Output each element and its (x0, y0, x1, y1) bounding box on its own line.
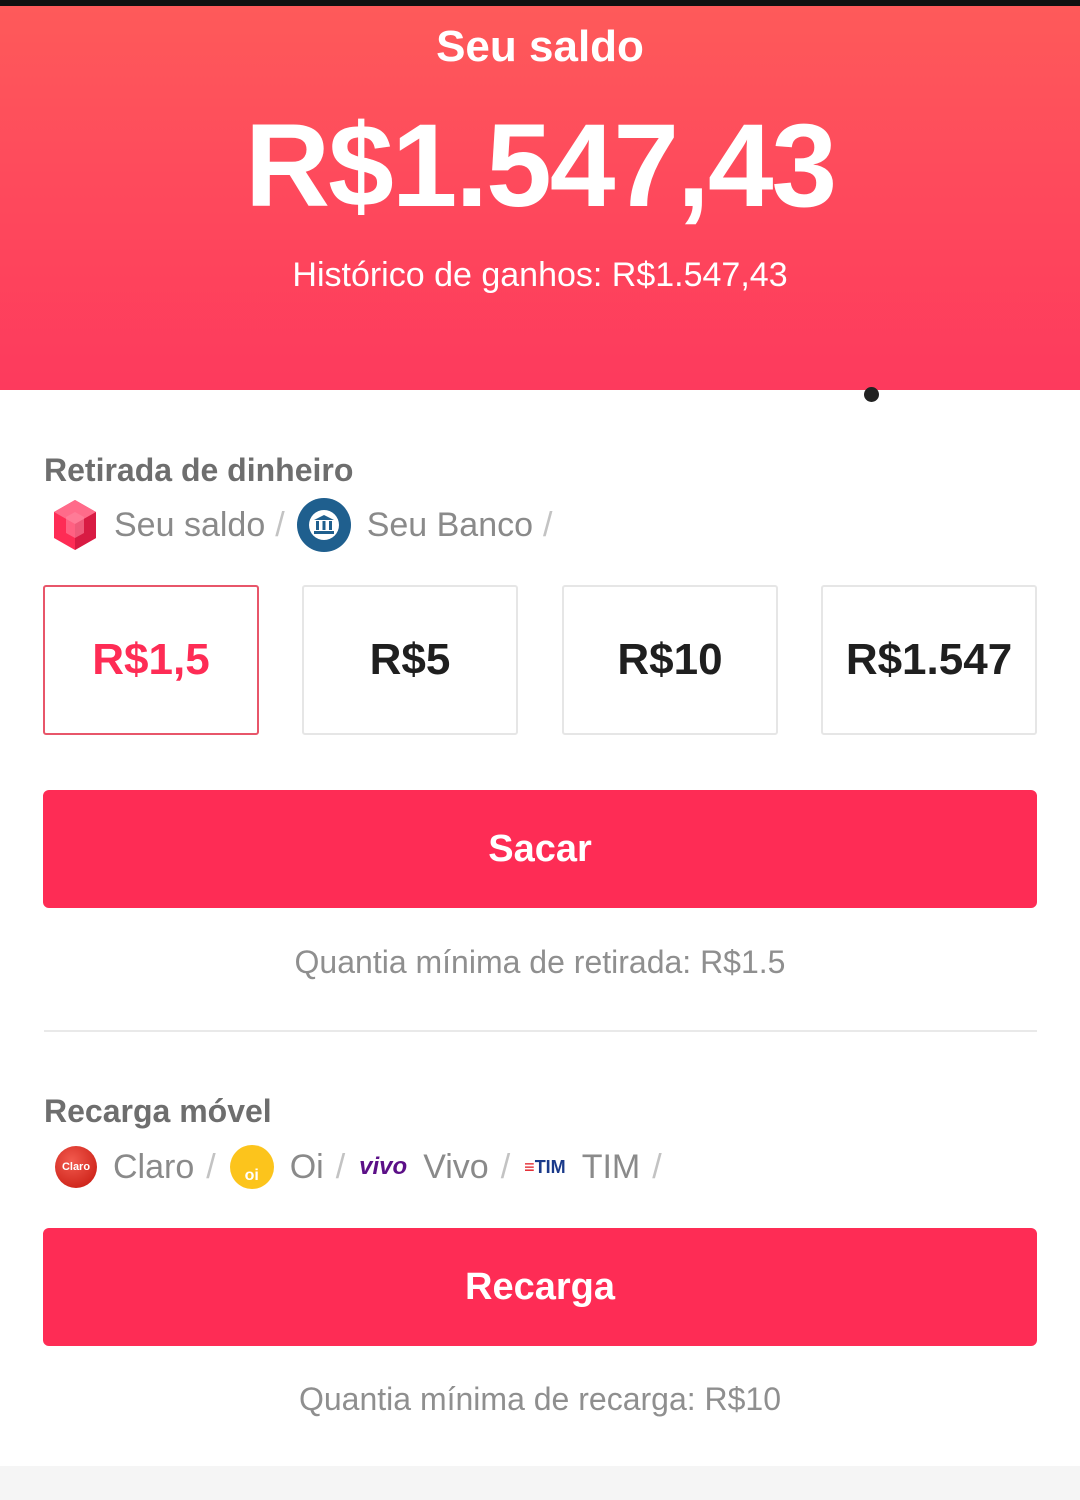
separator: / (335, 1147, 346, 1186)
amount-option[interactable]: R$5 (302, 585, 518, 735)
oi-logo: oi (229, 1145, 274, 1189)
bank-icon (296, 498, 351, 552)
method-label-balance: Seu saldo (114, 505, 266, 544)
separator: / (275, 505, 285, 544)
carrier-label-claro: Claro (113, 1147, 195, 1186)
withdraw-methods: Seu saldo / Seu Banco / (52, 497, 565, 553)
earnings-history-link[interactable]: Histórico de ganhos: R$1.547,43 (0, 256, 1080, 295)
section-divider (44, 1030, 1037, 1032)
carrier-label-vivo: Vivo (423, 1147, 489, 1186)
carrier-list: Claro Claro / oi Oi / vivo Vivo / ≡TIM T… (55, 1140, 676, 1194)
tim-logo: ≡TIM (524, 1157, 566, 1178)
balance-header: Seu saldo R$1.547,43 Histórico de ganhos… (0, 6, 1080, 390)
withdraw-button[interactable]: Sacar (43, 790, 1037, 908)
tim-logo-text: TIM (534, 1156, 566, 1177)
header-title: Seu saldo (436, 22, 644, 71)
tim-logo-mark: ≡ (524, 1156, 535, 1177)
recharge-section-title: Recarga móvel (44, 1093, 272, 1129)
withdraw-minimum-hint: Quantia mínima de retirada: R$1.5 (294, 944, 786, 980)
withdraw-section-title: Retirada de dinheiro (44, 452, 354, 488)
bottom-bar (0, 1466, 1080, 1500)
claro-logo: Claro (55, 1146, 97, 1188)
method-label-bank: Seu Banco (366, 505, 534, 544)
recharge-minimum-hint: Quantia mínima de recarga: R$10 (298, 1381, 782, 1417)
balance-amount: R$1.547,43 (244, 100, 837, 232)
separator: / (652, 1147, 662, 1186)
amount-options: R$1,5 R$5 R$10 R$1.547 (43, 585, 1037, 735)
carrier-label-oi: Oi (289, 1147, 324, 1186)
carrier-label-tim: TIM (581, 1147, 641, 1186)
gem-icon (54, 500, 96, 550)
touch-indicator-dot (864, 387, 879, 402)
separator: / (500, 1147, 511, 1186)
vivo-logo: vivo (359, 1153, 408, 1180)
amount-option[interactable]: R$1.547 (821, 585, 1037, 735)
amount-option-selected[interactable]: R$1,5 (43, 585, 259, 735)
separator: / (206, 1147, 216, 1186)
separator: / (543, 505, 553, 544)
amount-option[interactable]: R$10 (562, 585, 778, 735)
recharge-button[interactable]: Recarga (43, 1228, 1037, 1346)
